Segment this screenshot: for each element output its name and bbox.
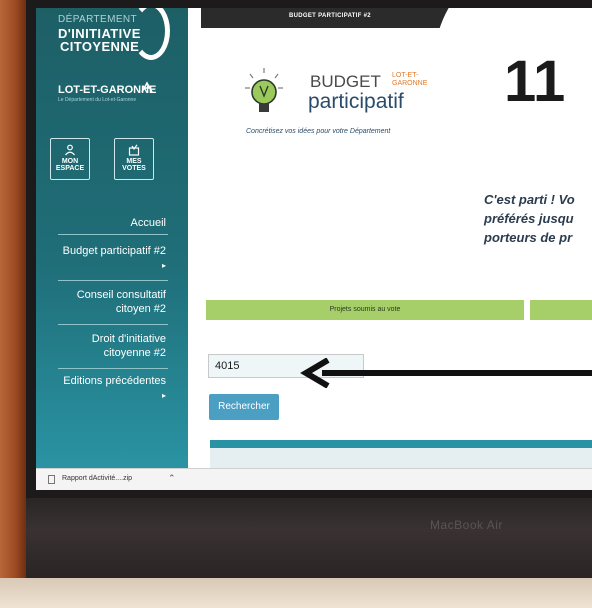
content-area [210, 448, 592, 468]
user-icon [65, 144, 75, 156]
laptop-frame-edge [0, 0, 26, 608]
menu-item-conseil-consultatif[interactable]: Conseil consultatif citoyen #2 [56, 288, 166, 316]
download-filename[interactable]: Rapport dActivité....zip [62, 475, 132, 482]
menu-divider [58, 280, 168, 281]
menu-item-editions-precedentes[interactable]: Editions précédentes ▸ [56, 374, 166, 403]
laptop-base [0, 578, 592, 608]
menu-item-droit-initiative[interactable]: Droit d'initiative citoyenne #2 [56, 332, 166, 360]
menu-divider [58, 234, 168, 235]
menu-item-label: Editions précédentes [63, 375, 166, 387]
arrow-pointer-icon [300, 358, 592, 388]
logo-arc-icon [132, 8, 170, 60]
lot-et-garonne-sublabel: Le Département du Lot-et-Garonne [58, 97, 137, 103]
file-icon [48, 475, 55, 484]
menu-item-budget-participatif[interactable]: Budget participatif #2 ▸ [56, 244, 166, 273]
brand-participatif: participatif [308, 90, 404, 113]
browser-screen: DÉPARTEMENT D'INITIATIVE CITOYENNE LOT-E… [36, 8, 592, 490]
chevron-right-icon: ▸ [161, 261, 166, 270]
menu-divider [58, 324, 168, 325]
brand-budget: BUDGET [310, 72, 381, 91]
brand-tagline: Concrétisez vos idées pour votre Départe… [246, 128, 391, 135]
mes-votes-button[interactable]: MES VOTES [114, 138, 154, 180]
download-bar: Rapport dActivité....zip ⌃ [36, 468, 592, 490]
tab-projets-soumis-au-vote[interactable]: Projets soumis au vote [206, 300, 524, 320]
hero-intro-line: porteurs de pr [484, 230, 573, 245]
hero-intro: C'est parti ! Vo préférés jusqu porteurs… [484, 190, 575, 247]
menu-item-label: Budget participatif #2 [62, 245, 166, 257]
laptop-hinge [26, 498, 592, 578]
content-header-bar [210, 440, 592, 448]
top-bar-title: BUDGET PARTICIPATIF #2 [289, 13, 371, 19]
device-label: MacBook Air [430, 518, 503, 532]
brand-lot-et-garonne: LOT-ET-GARONNE [392, 72, 428, 87]
mes-votes-label: MES VOTES [122, 158, 146, 172]
menu-item-accueil[interactable]: Accueil [131, 216, 166, 230]
tab-second[interactable] [530, 300, 592, 320]
lightbulb-icon [245, 68, 283, 112]
menu-divider [58, 368, 168, 369]
sidebar: DÉPARTEMENT D'INITIATIVE CITOYENNE LOT-E… [36, 8, 188, 468]
lot-et-garonne-logo-icon [141, 81, 153, 93]
logo-line-2: CITOYENNE [60, 39, 140, 54]
hero-number: 11 [504, 49, 566, 114]
chevron-right-icon: ▸ [161, 391, 166, 400]
hero-intro-line: C'est parti ! Vo [484, 192, 575, 207]
search-button[interactable]: Rechercher [209, 394, 279, 420]
hero-intro-line: préférés jusqu [484, 211, 574, 226]
vote-icon [128, 144, 140, 156]
department-label: DÉPARTEMENT [58, 14, 138, 25]
mon-espace-label: MON ESPACE [55, 158, 85, 172]
chevron-up-icon[interactable]: ⌃ [168, 473, 176, 484]
mon-espace-button[interactable]: MON ESPACE [50, 138, 90, 180]
